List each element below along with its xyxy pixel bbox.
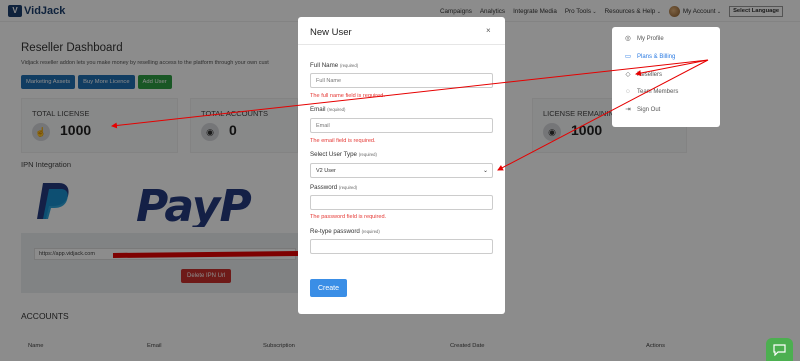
password-label-text: Password: [310, 184, 338, 191]
chevron-down-icon: ⌄: [482, 168, 488, 174]
chat-widget-button[interactable]: [766, 338, 793, 361]
full-name-error: The full name field is required.: [310, 93, 385, 99]
password-label: Password (required): [310, 184, 357, 191]
new-user-modal: New User × Full Name (required) Full Nam…: [298, 17, 505, 314]
menu-item-label: Team Members: [637, 89, 679, 95]
full-name-label: Full Name (required): [310, 62, 358, 69]
email-label: Email (required): [310, 106, 345, 113]
password-error: The password field is required.: [310, 214, 387, 220]
full-name-label-text: Full Name: [310, 62, 339, 69]
menu-item-label: Plans & Billing: [637, 54, 676, 60]
required-tag: (required): [327, 107, 346, 112]
modal-divider: [298, 44, 505, 45]
required-tag: (required): [358, 152, 377, 157]
email-error: The email field is required.: [310, 138, 376, 144]
required-tag: (required): [339, 63, 359, 68]
password-field[interactable]: [310, 195, 493, 210]
email-label-text: Email: [310, 106, 326, 113]
tag-icon: ◇: [625, 71, 631, 78]
retype-password-field[interactable]: [310, 239, 493, 254]
card-icon: ▭: [624, 53, 632, 60]
menu-item-label: Sign Out: [637, 107, 661, 113]
full-name-field[interactable]: Full Name: [310, 73, 493, 88]
close-icon[interactable]: ×: [486, 26, 491, 35]
retype-password-label: Re-type password (required): [310, 228, 380, 235]
create-button[interactable]: Create: [310, 279, 347, 297]
retype-password-label-text: Re-type password: [310, 228, 360, 235]
required-tag: (required): [361, 229, 380, 234]
modal-title: New User: [310, 27, 352, 38]
menu-item-label: Resellers: [637, 72, 663, 78]
menu-item-plans-billing[interactable]: ▭ Plans & Billing: [624, 53, 675, 61]
sign-out-icon: ⇥: [625, 106, 631, 113]
user-type-label: Select User Type (required): [310, 151, 377, 158]
user-circle-icon: ◎: [625, 35, 631, 42]
team-icon: ◌: [626, 88, 630, 95]
user-type-select[interactable]: V2 User ⌄: [310, 163, 493, 178]
menu-item-resellers[interactable]: ◇ Resellers: [624, 71, 663, 79]
chat-icon: [773, 343, 786, 356]
required-tag: (required): [338, 185, 358, 190]
menu-item-my-profile[interactable]: ◎ My Profile: [624, 35, 664, 43]
menu-item-sign-out[interactable]: ⇥ Sign Out: [624, 106, 660, 114]
email-field[interactable]: Email: [310, 118, 493, 133]
account-dropdown-menu: ◎ My Profile ▭ Plans & Billing ◇ Reselle…: [612, 27, 720, 127]
menu-item-team-members[interactable]: ◌ Team Members: [624, 88, 678, 96]
user-type-value: V2 User: [316, 167, 336, 174]
user-type-label-text: Select User Type: [310, 151, 358, 158]
menu-item-label: My Profile: [637, 36, 664, 42]
